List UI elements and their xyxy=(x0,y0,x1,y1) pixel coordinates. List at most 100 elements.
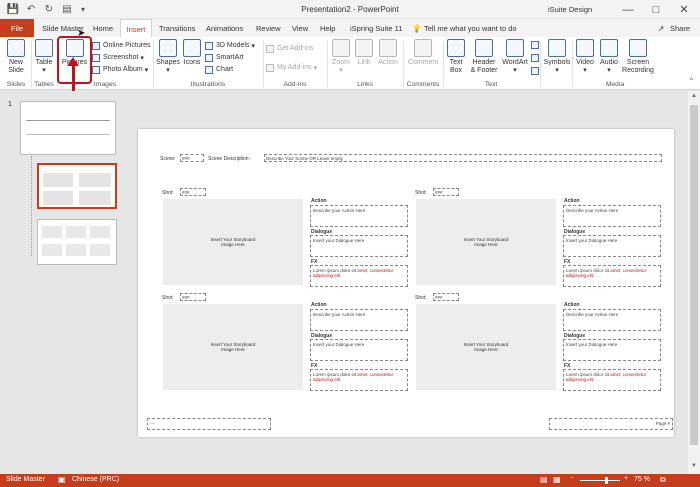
fx-field[interactable]: Lorem ipsum dolor sit amet, consectetur … xyxy=(310,369,408,391)
customize-qat-chevron-down-icon[interactable]: ▾ xyxy=(78,3,88,16)
fx-field[interactable]: Lorem ipsum dolor sit amet, consectetur … xyxy=(563,369,661,391)
dialogue-field[interactable]: Insert your Dialogue Here xyxy=(310,235,408,257)
action-field[interactable]: Describe your Action Here xyxy=(563,309,661,331)
tab-review[interactable]: Review xyxy=(254,19,283,37)
photo-album-button[interactable]: Photo Album ▾ xyxy=(92,64,148,75)
shot-number-field[interactable]: ### xyxy=(180,188,206,196)
screen-recording-button[interactable]: Screen Recording xyxy=(621,39,655,75)
spelling-icon[interactable]: ▣ xyxy=(58,475,66,484)
collapse-ribbon-chevron-up-icon[interactable]: ⌃ xyxy=(688,77,695,86)
fx-field[interactable]: Lorem ipsum dolor sit amet, consectetur … xyxy=(310,265,408,287)
zoom-button[interactable]: Zoom ▾ xyxy=(330,39,352,75)
slide-sorter-icon[interactable]: ▦ xyxy=(553,475,561,484)
action-button[interactable]: Action xyxy=(376,39,400,67)
layout-thumbnail[interactable] xyxy=(37,219,117,265)
wordart-icon xyxy=(506,39,524,57)
link-button[interactable]: Link xyxy=(354,39,374,67)
tab-insert[interactable]: Insert xyxy=(120,19,152,38)
smartart-button[interactable]: SmartArt xyxy=(205,52,244,63)
action-label: Action xyxy=(311,198,327,204)
3d-models-button[interactable]: 3D Models ▾ xyxy=(205,40,255,51)
video-button[interactable]: Video ▾ xyxy=(574,39,596,75)
tab-help[interactable]: Help xyxy=(318,19,337,37)
dialogue-field[interactable]: Insert your Dialogue Here xyxy=(563,339,661,361)
storyboard-image-placeholder[interactable]: Insert Your Storyboard Image Here xyxy=(163,199,303,285)
addins-icon xyxy=(266,63,274,72)
page-number-field[interactable]: Page # xyxy=(549,418,673,430)
status-bar: Slide Master ▣ Chinese (PRC) ▤ ▦ − + 75 … xyxy=(0,474,700,487)
scene-description-field[interactable]: Describe Your Scene OR Leave empty xyxy=(264,154,662,162)
tab-animations[interactable]: Animations xyxy=(204,19,245,37)
new-slide-button[interactable]: New Slide xyxy=(4,39,28,75)
zoom-level[interactable]: 75 % xyxy=(634,476,650,483)
online-pictures-button[interactable]: Online Pictures xyxy=(92,40,150,51)
master-thumbnail[interactable] xyxy=(20,101,116,155)
zoom-out-icon[interactable]: − xyxy=(570,475,574,482)
scene-label: Scene: xyxy=(160,156,176,162)
undo-icon[interactable]: ↶ xyxy=(24,3,38,16)
wordart-button[interactable]: WordArt ▾ xyxy=(501,39,529,75)
chart-button[interactable]: Chart xyxy=(205,64,233,75)
zoom-slider-thumb[interactable] xyxy=(605,477,608,484)
action-field[interactable]: Describe your Action Here xyxy=(563,205,661,227)
icons-button[interactable]: Icons xyxy=(182,39,202,67)
dialogue-field[interactable]: Insert your Dialogue Here xyxy=(310,339,408,361)
tab-home[interactable]: Home xyxy=(91,19,115,37)
account-name[interactable]: iSuite Design xyxy=(548,5,592,14)
present-icon[interactable]: ▤ xyxy=(60,3,74,16)
dialogue-field[interactable]: Insert your Dialogue Here xyxy=(563,235,661,257)
tab-view[interactable]: View xyxy=(290,19,310,37)
audio-button[interactable]: Audio ▾ xyxy=(598,39,620,75)
redo-icon[interactable]: ↻ xyxy=(42,3,56,16)
shot-number-field[interactable]: ### xyxy=(180,293,206,301)
scene-description-label: Scene Description: xyxy=(208,156,250,162)
header-footer-button[interactable]: Header & Footer xyxy=(469,39,499,75)
table-button[interactable]: Table ▾ xyxy=(33,39,55,75)
storyboard-image-placeholder[interactable]: Insert Your Storyboard Image Here xyxy=(163,304,303,390)
save-icon[interactable]: 💾 xyxy=(6,3,20,16)
tab-ispring-suite[interactable]: iSpring Suite 11 xyxy=(348,19,404,37)
tell-me-search[interactable]: Tell me what you want to do xyxy=(422,19,519,37)
action-field[interactable]: Describe your Action Here xyxy=(310,309,408,331)
scroll-down-icon[interactable]: ▼ xyxy=(691,463,697,469)
scene-number-field[interactable]: ### xyxy=(180,154,204,162)
mouse-cursor-icon: ➤ xyxy=(77,28,86,39)
shot-number-field[interactable]: ### xyxy=(433,293,459,301)
tab-file[interactable]: File xyxy=(0,19,34,37)
layout-thumbnail-selected[interactable] xyxy=(37,163,117,209)
screenshot-button[interactable]: Screenshot ▾ xyxy=(92,52,144,63)
action-field[interactable]: Describe your Action Here xyxy=(310,205,408,227)
zoom-slider[interactable] xyxy=(580,480,620,481)
tab-transitions[interactable]: Transitions xyxy=(157,19,197,37)
scroll-thumb[interactable] xyxy=(690,105,698,445)
shot-label: Shot: xyxy=(162,295,174,301)
vertical-scrollbar[interactable]: ▲ ▼ xyxy=(688,91,700,474)
my-addins-button[interactable]: My Add-ins ▾ xyxy=(266,62,317,73)
restore-icon[interactable]: □ xyxy=(642,0,670,19)
group-label-comments: Comments xyxy=(406,81,440,88)
share-button[interactable]: Share xyxy=(668,19,692,37)
zoom-in-icon[interactable]: + xyxy=(624,475,628,482)
table-icon xyxy=(35,39,53,57)
fx-field[interactable]: Lorem ipsum dolor sit amet, consectetur … xyxy=(563,265,661,287)
minimize-icon[interactable]: — xyxy=(614,0,642,19)
close-icon[interactable]: ✕ xyxy=(670,0,698,19)
language-status[interactable]: Chinese (PRC) xyxy=(72,476,119,483)
fit-to-window-icon[interactable]: ⧉ xyxy=(660,475,666,485)
thumb-line xyxy=(26,134,110,135)
text-box-button[interactable]: Text Box xyxy=(446,39,466,75)
slide[interactable]: Scene: ### Scene Description: Describe Y… xyxy=(138,129,674,437)
text-option-icon xyxy=(531,67,539,75)
symbols-button[interactable]: Symbols ▾ xyxy=(543,39,571,75)
footer-left-field[interactable]: --- xyxy=(147,418,271,430)
shapes-button[interactable]: Shapes ▾ xyxy=(156,39,180,75)
storyboard-image-placeholder[interactable]: Insert Your Storyboard Image Here xyxy=(416,304,556,390)
thumbnail-pane: 1 xyxy=(0,91,128,474)
comment-button[interactable]: Comment xyxy=(406,39,440,67)
scroll-up-icon[interactable]: ▲ xyxy=(691,93,697,99)
get-addins-button[interactable]: Get Add-ins xyxy=(266,43,314,54)
storyboard-image-placeholder[interactable]: Insert Your Storyboard Image Here xyxy=(416,199,556,285)
shot-number-field[interactable]: ### xyxy=(433,188,459,196)
normal-view-icon[interactable]: ▤ xyxy=(540,475,548,484)
group-label-media: Media xyxy=(605,81,625,88)
